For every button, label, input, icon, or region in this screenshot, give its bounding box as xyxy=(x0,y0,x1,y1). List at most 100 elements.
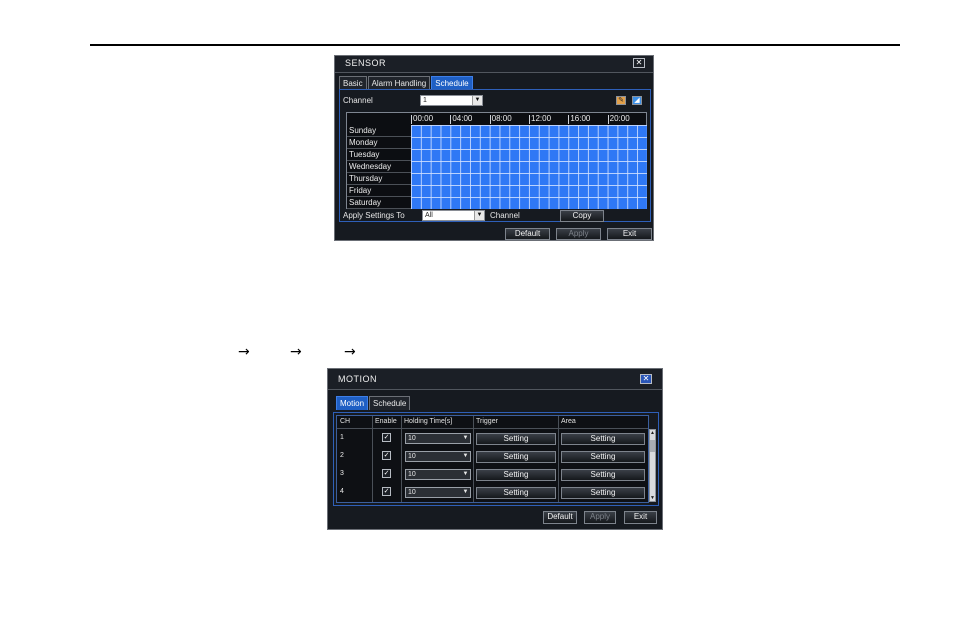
trigger-setting-button[interactable]: Setting xyxy=(476,451,556,463)
apply-settings-label: Apply Settings To xyxy=(343,211,405,220)
apply-button[interactable]: Apply xyxy=(584,511,616,524)
scroll-thumb[interactable] xyxy=(650,440,655,452)
day-label: Saturday xyxy=(347,197,411,209)
area-setting-button[interactable]: Setting xyxy=(561,451,645,463)
channel-value: 1 xyxy=(423,97,427,104)
apply-settings-select[interactable]: All ▼ xyxy=(422,210,485,221)
header-ch: CH xyxy=(340,418,351,425)
holding-time-value: 10 xyxy=(408,453,416,460)
header-trigger: Trigger xyxy=(476,418,498,425)
chevron-down-icon: ▼ xyxy=(461,434,470,443)
hour-label: 16:00 xyxy=(570,114,591,123)
exit-button[interactable]: Exit xyxy=(624,511,657,524)
chevron-down-icon: ▼ xyxy=(461,488,470,497)
enable-checkbox[interactable]: ✓ xyxy=(382,433,391,442)
hour-tick xyxy=(607,115,609,124)
channel-number: 3 xyxy=(340,470,344,477)
copy-button[interactable]: Copy xyxy=(560,210,604,222)
motion-panel: CH Enable Holding Time[s] Trigger Area 1… xyxy=(333,412,659,506)
enable-checkbox[interactable]: ✓ xyxy=(382,487,391,496)
holding-time-value: 10 xyxy=(408,435,416,442)
scroll-down-icon[interactable]: ▼ xyxy=(650,495,655,501)
hour-label: 04:00 xyxy=(452,114,473,123)
arrow-icon: → xyxy=(290,344,302,360)
day-label: Sunday xyxy=(347,125,411,137)
navigation-arrows: → → → xyxy=(0,344,954,364)
arrow-icon: → xyxy=(238,344,250,360)
schedule-cells[interactable] xyxy=(411,125,647,209)
motion-dialog: MOTION ✕ Motion Schedule CH Enable Holdi… xyxy=(327,368,663,530)
channel-word: Channel xyxy=(490,211,520,220)
holding-time-select[interactable]: 10 ▼ xyxy=(405,487,471,498)
hour-label: 08:00 xyxy=(491,114,512,123)
channel-label: Channel xyxy=(343,96,373,105)
day-label: Thursday xyxy=(347,173,411,185)
chevron-down-icon: ▼ xyxy=(474,211,484,220)
sensor-dialog: SENSOR ✕ Basic Alarm Handling Schedule C… xyxy=(334,55,654,241)
scroll-up-icon[interactable]: ▲ xyxy=(650,430,655,436)
motion-tabs: Motion Schedule xyxy=(336,396,411,410)
dialog-title: SENSOR xyxy=(345,58,387,68)
apply-button[interactable]: Apply xyxy=(556,228,601,240)
chevron-down-icon: ▼ xyxy=(472,96,482,105)
day-label: Monday xyxy=(347,137,411,149)
default-button[interactable]: Default xyxy=(505,228,550,240)
holding-time-select[interactable]: 10 ▼ xyxy=(405,469,471,480)
arrow-icon: → xyxy=(344,344,356,360)
hour-tick xyxy=(450,115,452,124)
trigger-setting-button[interactable]: Setting xyxy=(476,433,556,445)
hour-tick xyxy=(568,115,570,124)
table-row: 2 ✓ 10 ▼ Setting Setting xyxy=(337,448,648,466)
dialog-title: MOTION xyxy=(338,374,377,384)
holding-time-value: 10 xyxy=(408,471,416,478)
pencil-icon[interactable]: ✎ xyxy=(616,96,626,105)
exit-button[interactable]: Exit xyxy=(607,228,652,240)
tab-schedule[interactable]: Schedule xyxy=(431,76,473,90)
schedule-grid: 00:00 04:00 08:00 12:00 16:00 20:00 Sunday Mon… xyxy=(346,112,647,209)
hour-tick xyxy=(411,115,412,124)
table-header: CH Enable Holding Time[s] Trigger Area xyxy=(337,416,648,429)
motion-table: CH Enable Holding Time[s] Trigger Area 1… xyxy=(336,415,656,503)
hour-label: 00:00 xyxy=(413,114,434,123)
chevron-down-icon: ▼ xyxy=(461,470,470,479)
area-setting-button[interactable]: Setting xyxy=(561,487,645,499)
header-rule xyxy=(90,44,900,46)
channel-number: 4 xyxy=(340,488,344,495)
table-row: 4 ✓ 10 ▼ Setting Setting xyxy=(337,484,648,502)
apply-settings-value: All xyxy=(425,212,433,219)
enable-checkbox[interactable]: ✓ xyxy=(382,451,391,460)
trigger-setting-button[interactable]: Setting xyxy=(476,487,556,499)
hour-label: 20:00 xyxy=(609,114,630,123)
channel-number: 1 xyxy=(340,434,344,441)
eraser-icon[interactable]: ◢ xyxy=(632,96,642,105)
tab-schedule[interactable]: Schedule xyxy=(369,396,411,410)
tab-motion[interactable]: Motion xyxy=(336,396,369,410)
day-label: Friday xyxy=(347,185,411,197)
holding-time-value: 10 xyxy=(408,489,416,496)
default-button[interactable]: Default xyxy=(543,511,577,524)
tab-basic[interactable]: Basic xyxy=(339,76,367,90)
header-holding-time: Holding Time[s] xyxy=(404,418,453,425)
table-row: 1 ✓ 10 ▼ Setting Setting xyxy=(337,430,648,448)
header-enable: Enable xyxy=(375,418,397,425)
day-label: Wednesday xyxy=(347,161,411,173)
hour-tick xyxy=(489,115,491,124)
close-icon[interactable]: ✕ xyxy=(640,374,652,384)
trigger-setting-button[interactable]: Setting xyxy=(476,469,556,481)
enable-checkbox[interactable]: ✓ xyxy=(382,469,391,478)
header-area: Area xyxy=(561,418,576,425)
holding-time-select[interactable]: 10 ▼ xyxy=(405,433,471,444)
hour-header: 00:00 04:00 08:00 12:00 16:00 20:00 xyxy=(411,113,647,125)
area-setting-button[interactable]: Setting xyxy=(561,469,645,481)
tab-alarm-handling[interactable]: Alarm Handling xyxy=(367,76,431,90)
hour-tick xyxy=(529,115,530,124)
holding-time-select[interactable]: 10 ▼ xyxy=(405,451,471,462)
close-icon[interactable]: ✕ xyxy=(633,58,645,68)
sensor-titlebar: SENSOR ✕ xyxy=(335,56,653,73)
scrollbar[interactable]: ▲ ▼ xyxy=(649,429,656,502)
channel-select[interactable]: 1 ▼ xyxy=(420,95,483,106)
area-setting-button[interactable]: Setting xyxy=(561,433,645,445)
table-row: 3 ✓ 10 ▼ Setting Setting xyxy=(337,466,648,484)
hour-label: 12:00 xyxy=(531,114,552,123)
chevron-down-icon: ▼ xyxy=(461,452,470,461)
